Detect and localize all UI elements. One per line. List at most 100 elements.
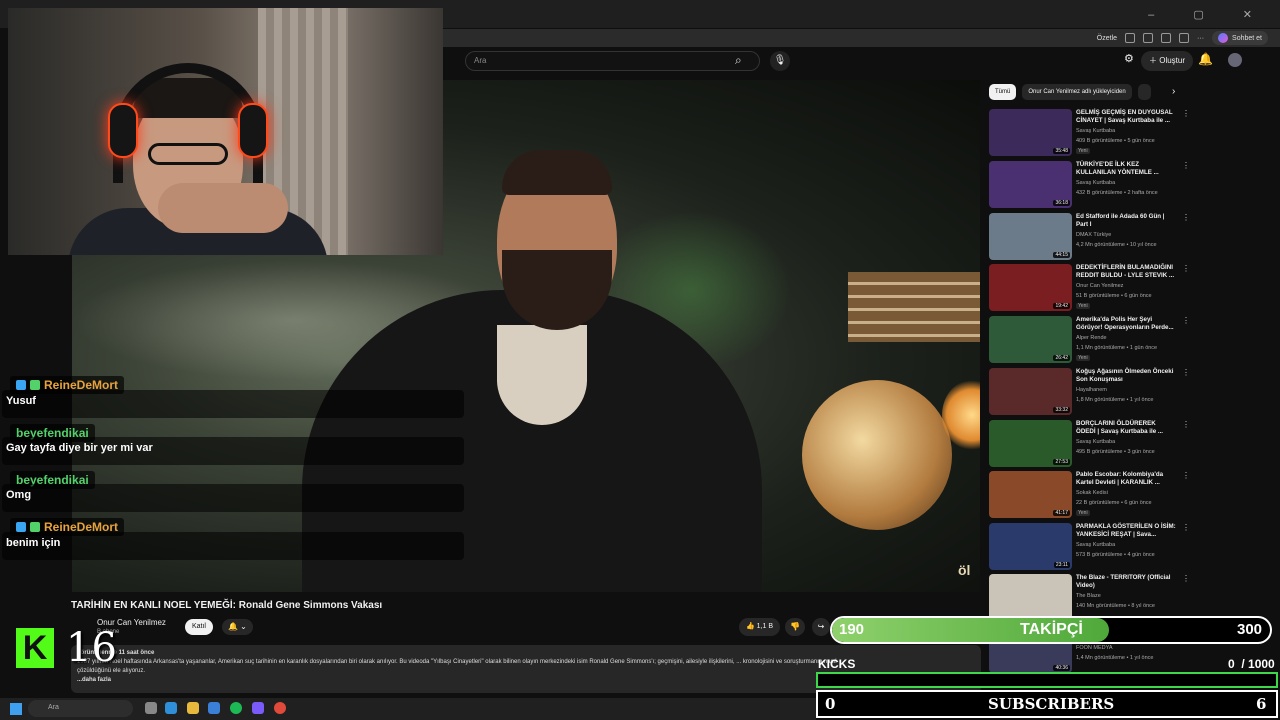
cast-icon[interactable]: ⚙: [1124, 52, 1134, 65]
chip-all[interactable]: Tümü: [989, 84, 1017, 100]
recommendation-item[interactable]: 35:48 GELMİŞ GEÇMİŞ EN DUYGUSAL CİNAYET |…: [989, 109, 1190, 159]
gift-badge-icon: [30, 380, 40, 390]
recommendation-title[interactable]: PARMAKLA GÖSTERİLEN O İSİM: YANKESİCİ RE…: [1076, 523, 1176, 539]
video-duration: 27:53: [1053, 459, 1070, 465]
recommendation-title[interactable]: GELMİŞ GEÇMİŞ EN DUYGUSAL CİNAYET | Sava…: [1076, 109, 1176, 125]
edge-icon[interactable]: [165, 702, 177, 714]
obs-icon[interactable]: [274, 702, 286, 714]
subscriber-goal: 6: [1256, 695, 1267, 713]
summary-button[interactable]: Özetle: [1097, 35, 1117, 42]
recommendation-title[interactable]: Pablo Escobar: Kolombiya'da Kartel Devle…: [1076, 471, 1176, 487]
recommendation-thumbnail[interactable]: 36:18: [989, 161, 1072, 208]
copilot-chat-button[interactable]: Sohbet et: [1212, 31, 1268, 45]
recommendation-item[interactable]: 33:32 Koğuş Ağasının Ölmeden Önceki Son K…: [989, 368, 1190, 418]
recommendation-thumbnail[interactable]: 33:32: [989, 368, 1072, 415]
join-button[interactable]: Katıl: [185, 619, 213, 635]
recommendation-thumbnail[interactable]: 35:48: [989, 109, 1072, 156]
recommendation-channel[interactable]: FOON MEDYA: [1076, 645, 1113, 651]
headset-ear-right: [238, 103, 268, 158]
recommendation-item[interactable]: 27:53 BORÇLARINI ÖLDÜREREK ÖDEDİ | Savaş …: [989, 420, 1190, 470]
recommendation-title[interactable]: BORÇLARINI ÖLDÜREREK ÖDEDİ | Savaş Kurtb…: [1076, 420, 1176, 436]
recommendation-title[interactable]: Ed Stafford ile Adada 60 Gün | Part I: [1076, 213, 1176, 229]
more-vert-icon[interactable]: ⋮: [1182, 471, 1190, 480]
recommendation-meta: 1,8 Mn görüntüleme • 1 yıl önce: [1076, 397, 1154, 403]
recommendation-channel[interactable]: Savaş Kurtbaba: [1076, 180, 1115, 186]
kicks-label: KICKS: [818, 657, 856, 671]
reader-icon[interactable]: [1125, 33, 1136, 43]
recommendation-channel[interactable]: Savaş Kurtbaba: [1076, 439, 1115, 445]
headset-ear-left: [108, 103, 138, 158]
follower-current: 190: [839, 621, 865, 638]
more-vert-icon[interactable]: ⋮: [1182, 213, 1190, 222]
recommendation-channel[interactable]: Alper Rende: [1076, 335, 1107, 341]
store-icon[interactable]: [208, 702, 220, 714]
dislike-button[interactable]: 👎: [785, 618, 805, 636]
recommendation-channel[interactable]: DMAX Türkiye: [1076, 232, 1111, 238]
search-icon[interactable]: ⌕: [735, 53, 742, 68]
recommendation-item[interactable]: 23:11 PARMAKLA GÖSTERİLEN O İSİM: YANKESİ…: [989, 523, 1190, 573]
more-vert-icon[interactable]: ⋮: [1182, 523, 1190, 532]
channel-watermark[interactable]: öl: [958, 562, 970, 578]
like-button[interactable]: 👍 1,1 B: [739, 618, 781, 636]
microphone-icon[interactable]: 🎙: [770, 51, 790, 71]
create-button[interactable]: ＋ Oluştur: [1141, 51, 1194, 71]
search-input[interactable]: Ara: [465, 51, 760, 71]
recommendation-item[interactable]: 36:18 TÜRKİYE'DE İLK KEZ KULLANILAN YÖNTE…: [989, 161, 1190, 211]
recommendation-item[interactable]: 44:15 Ed Stafford ile Adada 60 Gün | Part…: [989, 213, 1190, 263]
more-vert-icon[interactable]: ⋮: [1182, 264, 1190, 273]
recommendation-item[interactable]: 26:42 Amerika'da Polis Her Şeyi Görüyor! …: [989, 316, 1190, 366]
avatar[interactable]: [1228, 53, 1242, 67]
video-duration: 33:32: [1053, 407, 1070, 413]
favorites-icon[interactable]: [1179, 33, 1190, 43]
recommendation-title[interactable]: Amerika'da Polis Her Şeyi Görüyor! Opera…: [1076, 316, 1176, 332]
window-controls[interactable]: – ▢ ✕: [1148, 8, 1270, 21]
subscribe-bell-button[interactable]: 🔔 ⌄: [222, 619, 253, 635]
more-vert-icon[interactable]: ⋮: [1182, 109, 1190, 118]
file-explorer-icon[interactable]: [187, 702, 199, 714]
recommendation-channel[interactable]: Onur Can Yenilmez: [1076, 283, 1123, 289]
recommendation-title[interactable]: DEDEKTİFLERİN BULAMADIĞINI REDDIT BULDU …: [1076, 264, 1176, 280]
taskbar-search-input[interactable]: Ara: [28, 700, 133, 717]
globe: [802, 380, 952, 530]
recommendation-title[interactable]: The Blaze - TERRITORY (Official Video): [1076, 574, 1176, 590]
recommendation-thumbnail[interactable]: 23:11: [989, 523, 1072, 570]
recommendation-item[interactable]: 19:42 DEDEKTİFLERİN BULAMADIĞINI REDDIT B…: [989, 264, 1190, 314]
notifications-bell-icon[interactable]: 🔔: [1198, 52, 1213, 66]
subscriber-label: SUBSCRIBERS: [988, 695, 1115, 713]
recommendation-thumbnail[interactable]: 26:42: [989, 316, 1072, 363]
recommendation-thumbnail[interactable]: 27:53: [989, 420, 1072, 467]
video-duration: 35:48: [1053, 148, 1070, 154]
more-icon[interactable]: ···: [1197, 35, 1204, 42]
task-view-icon[interactable]: [145, 702, 157, 714]
recommendation-thumbnail[interactable]: [989, 574, 1072, 621]
more-vert-icon[interactable]: ⋮: [1182, 161, 1190, 170]
recommendation-channel[interactable]: Savaş Kurtbaba: [1076, 542, 1115, 548]
recommendation-thumbnail[interactable]: 41:17: [989, 471, 1072, 518]
recommendation-thumbnail[interactable]: 44:15: [989, 213, 1072, 260]
spotify-icon[interactable]: [230, 702, 242, 714]
extensions-icon[interactable]: [1161, 33, 1172, 43]
recommendation-meta: 22 B görüntüleme • 6 gün önce: [1076, 500, 1152, 506]
recommendation-title[interactable]: Koğuş Ağasının Ölmeden Önceki Son Konuşm…: [1076, 368, 1176, 384]
more-vert-icon[interactable]: ⋮: [1182, 368, 1190, 377]
recommendation-item[interactable]: 41:17 Pablo Escobar: Kolombiya'da Kartel …: [989, 471, 1190, 521]
discord-icon[interactable]: [252, 702, 264, 714]
more-vert-icon[interactable]: ⋮: [1182, 420, 1190, 429]
chip-uploader[interactable]: Onur Can Yenilmez adlı yükleyiciden: [1022, 84, 1132, 100]
recommendation-channel[interactable]: Sokak Kedisi: [1076, 490, 1108, 496]
recommendation-channel[interactable]: Savaş Kurtbaba: [1076, 128, 1115, 134]
recommendation-meta: 1,1 Mn görüntüleme • 1 gün önce: [1076, 345, 1158, 351]
chip-more[interactable]: [1137, 84, 1152, 100]
recommendation-thumbnail[interactable]: 19:42: [989, 264, 1072, 311]
share-button[interactable]: ↪: [812, 618, 830, 636]
recommendation-title[interactable]: TÜRKİYE'DE İLK KEZ KULLANILAN YÖNTEMLE .…: [1076, 161, 1176, 177]
chevron-right-icon[interactable]: ›: [1172, 86, 1175, 97]
kicks-goal-bar: [816, 672, 1278, 688]
windows-start-icon[interactable]: [10, 703, 22, 715]
more-vert-icon[interactable]: ⋮: [1182, 574, 1190, 583]
star-icon[interactable]: [1143, 33, 1154, 43]
recommendation-channel[interactable]: Hayalhanem: [1076, 387, 1107, 393]
more-vert-icon[interactable]: ⋮: [1182, 316, 1190, 325]
gift-badge-icon: [30, 522, 40, 532]
recommendation-channel[interactable]: The Blaze: [1076, 593, 1101, 599]
